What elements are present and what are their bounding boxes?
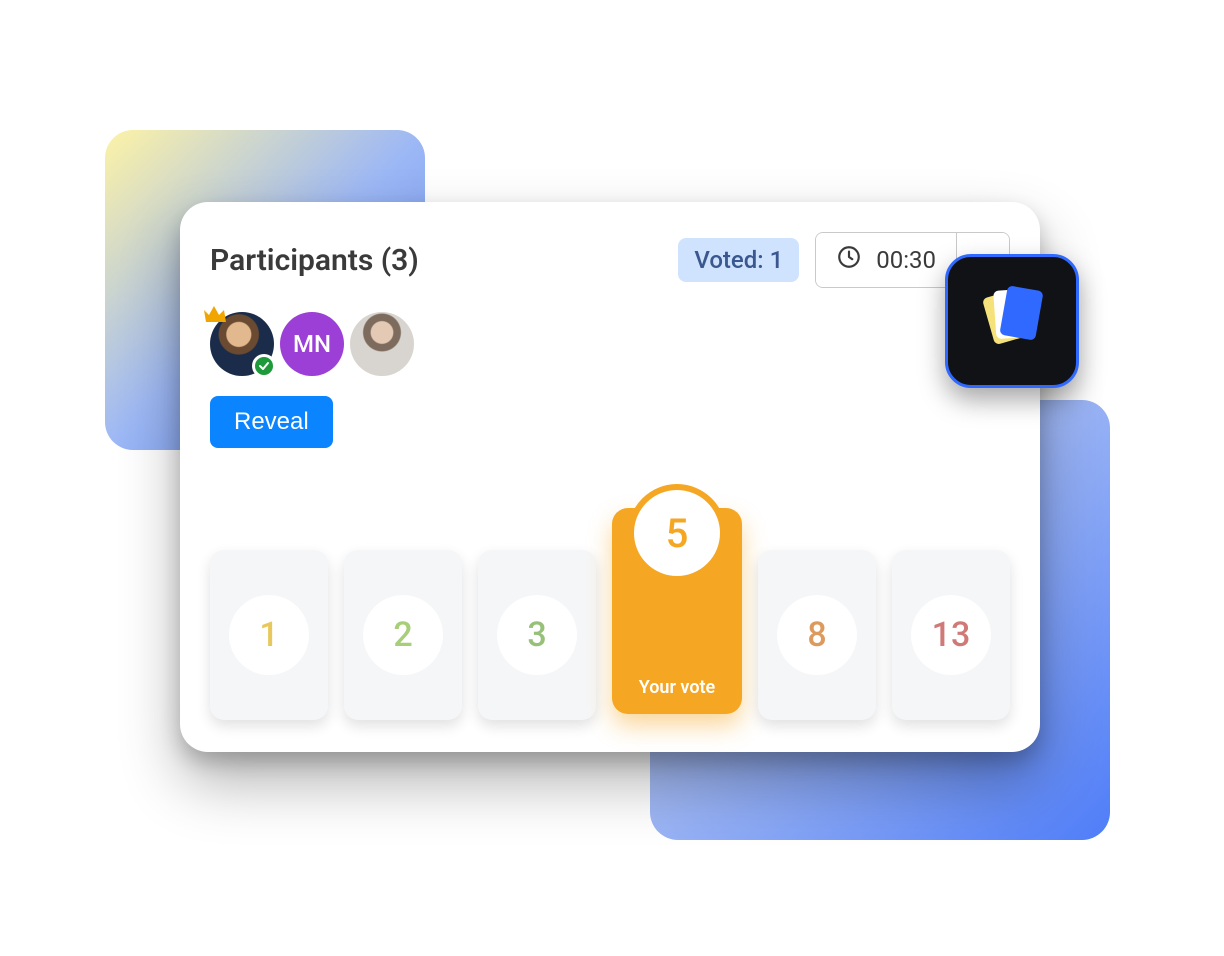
vote-card-2[interactable]: 2	[344, 550, 462, 720]
vote-card-value: 3	[497, 595, 577, 675]
voted-check-icon	[252, 354, 276, 378]
cards-stack-icon	[969, 276, 1055, 366]
vote-card-value: 13	[911, 595, 991, 675]
participant-avatar[interactable]: MN	[280, 312, 344, 376]
vote-card-5-selected[interactable]: 5 Your vote	[612, 508, 742, 714]
timer-display[interactable]: 00:30	[816, 233, 956, 287]
timer-value: 00:30	[876, 246, 936, 274]
panel-title: Participants (3)	[210, 243, 419, 278]
vote-card-13[interactable]: 13	[892, 550, 1010, 720]
avatar-initials: MN	[293, 330, 331, 358]
voting-cards-row: 1 2 3 5 Your vote 8 13	[210, 500, 1010, 720]
participant-avatars: MN	[210, 312, 1010, 376]
panel-header: Participants (3) Voted: 1 00:30	[210, 232, 1010, 288]
crown-icon	[204, 302, 228, 320]
vote-card-1[interactable]: 1	[210, 550, 328, 720]
voted-count-badge: Voted: 1	[678, 238, 799, 282]
clock-icon	[836, 244, 862, 276]
your-vote-label: Your vote	[639, 677, 715, 698]
vote-card-value: 5	[628, 484, 726, 582]
app-logo-badge[interactable]	[945, 254, 1079, 388]
vote-card-value: 2	[363, 595, 443, 675]
vote-card-8[interactable]: 8	[758, 550, 876, 720]
vote-card-value: 8	[777, 595, 857, 675]
vote-card-value: 1	[229, 595, 309, 675]
participant-avatar[interactable]	[350, 312, 414, 376]
vote-card-3[interactable]: 3	[478, 550, 596, 720]
participant-avatar[interactable]	[210, 312, 274, 376]
participants-panel: Participants (3) Voted: 1 00:30	[180, 202, 1040, 752]
reveal-button[interactable]: Reveal	[210, 396, 333, 448]
